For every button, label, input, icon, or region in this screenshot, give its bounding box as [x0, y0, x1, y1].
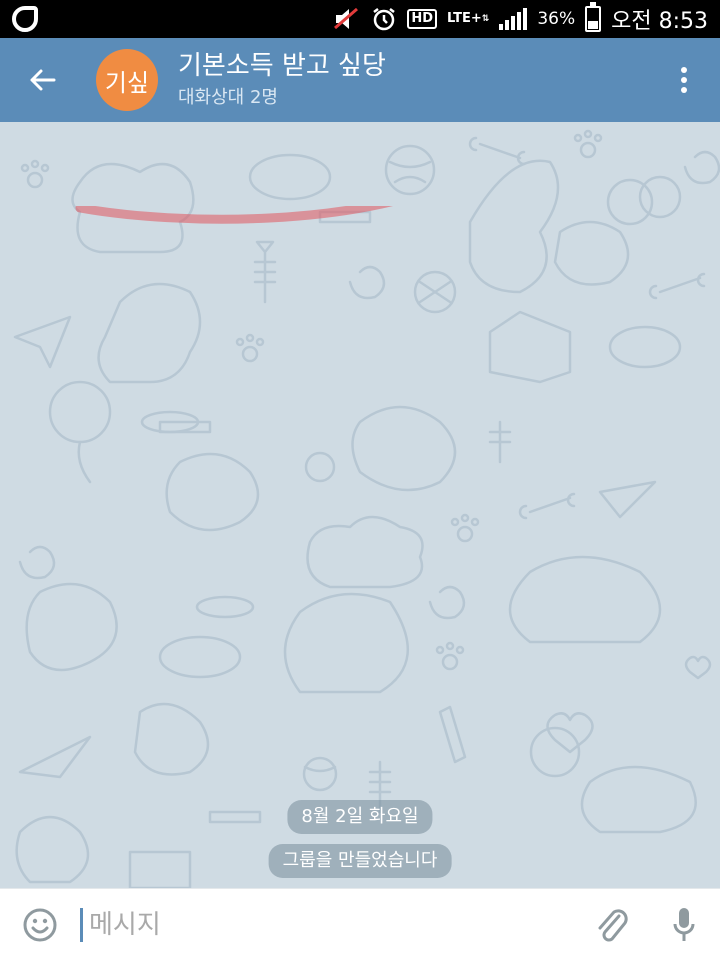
- hd-voice-icon: HD: [407, 9, 437, 29]
- member-count: 대화상대 2명: [178, 87, 278, 108]
- signal-icon: [499, 8, 528, 30]
- mute-icon: [333, 6, 361, 32]
- lte-label: LTE+: [446, 11, 482, 26]
- battery-icon: [585, 2, 602, 32]
- back-button[interactable]: [0, 38, 84, 122]
- date-separator: 8월 2일 화요일: [287, 800, 433, 834]
- doodle-wallpaper: [13, 129, 720, 888]
- message-input[interactable]: [80, 907, 576, 942]
- more-vertical-icon: [681, 67, 687, 93]
- lte-icon: LTE+ ⇅: [446, 11, 490, 26]
- app-icon: [12, 6, 38, 32]
- clock: 오전 8:53: [611, 9, 708, 34]
- paperclip-icon: [598, 908, 628, 941]
- voice-record-button[interactable]: [648, 889, 720, 960]
- service-message: 그룹을 만들었습니다: [268, 844, 452, 878]
- more-options-button[interactable]: [648, 38, 720, 122]
- back-arrow-icon: [30, 69, 56, 91]
- chat-title-block[interactable]: 기본소득 받고 싶당 대화상대 2명: [178, 50, 386, 110]
- status-bar: HD LTE+ ⇅ 36% 오전 8:53: [0, 0, 720, 38]
- microphone-icon: [673, 907, 695, 941]
- alarm-icon: [371, 6, 397, 32]
- chat-title: 기본소득 받고 싶당: [178, 51, 386, 81]
- chat-header: 기싶 기본소득 받고 싶당 대화상대 2명: [0, 38, 720, 122]
- chat-messages-area[interactable]: 8월 2일 화요일 그룹을 만들었습니다: [0, 122, 720, 888]
- battery-percent: 36%: [537, 9, 576, 29]
- emoji-button[interactable]: [0, 889, 80, 960]
- smiley-icon: [23, 908, 57, 941]
- group-avatar[interactable]: 기싶: [96, 49, 158, 111]
- message-composer: [0, 888, 720, 960]
- attach-button[interactable]: [576, 889, 648, 960]
